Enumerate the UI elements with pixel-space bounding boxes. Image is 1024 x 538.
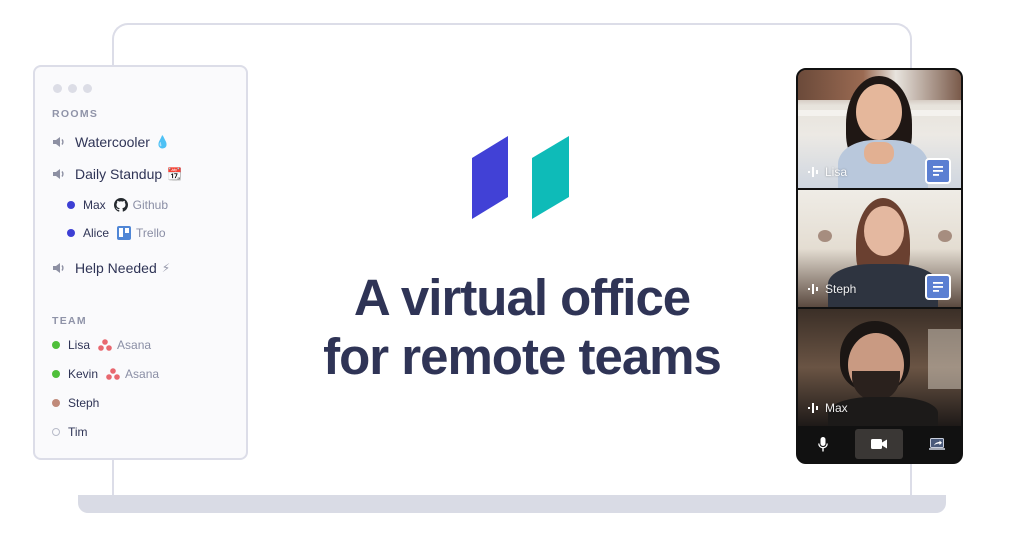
github-icon — [113, 198, 128, 212]
calendar-icon: 📆 — [167, 167, 183, 181]
video-camera-icon — [870, 439, 887, 449]
team-member-steph[interactable]: Steph — [52, 396, 99, 410]
window-dot[interactable] — [53, 84, 62, 93]
screen-share-button[interactable] — [929, 438, 945, 450]
person-face — [856, 84, 902, 140]
headline-line-1: A virtual office — [353, 269, 691, 326]
speaker-icon — [53, 169, 64, 179]
document-button[interactable] — [925, 274, 951, 300]
member-name: Tim — [68, 425, 88, 439]
lightning-icon: ⚡ — [161, 261, 171, 275]
member-app-name: Asana — [117, 338, 152, 352]
document-icon — [933, 282, 943, 292]
status-dot — [67, 229, 75, 237]
microphone-icon — [818, 436, 828, 451]
participant-name-tag: Steph — [808, 282, 856, 296]
screen-share-icon — [929, 438, 945, 450]
logo-right-bar — [532, 136, 569, 219]
trello-icon — [117, 226, 132, 240]
call-controls-bar — [798, 426, 961, 462]
laptop-base — [78, 495, 946, 513]
video-call-panel: Lisa Steph Max — [796, 68, 963, 464]
asana-icon — [98, 339, 112, 351]
window-dot[interactable] — [83, 84, 92, 93]
document-button[interactable] — [925, 158, 951, 184]
video-tile-steph[interactable]: Steph — [798, 190, 961, 307]
video-camera-button[interactable] — [854, 429, 903, 459]
hero-headline: A virtual office for remote teams — [262, 268, 782, 386]
headline-line-2: for remote teams — [323, 328, 722, 385]
room-name: Help Needed — [75, 260, 157, 276]
rooms-sidebar: ROOMS Watercooler 💧 Daily Standup 📆 Max … — [33, 65, 248, 460]
room-name: Daily Standup — [75, 166, 163, 182]
window-dot[interactable] — [68, 84, 77, 93]
status-dot — [52, 399, 60, 407]
room-member-alice[interactable]: Alice Trello — [67, 226, 166, 240]
room-help-needed[interactable]: Help Needed ⚡ — [52, 260, 170, 276]
brand-logo — [472, 136, 569, 219]
member-app-name: Asana — [125, 367, 160, 381]
water-drop-icon: 💧 — [154, 135, 170, 149]
asana-icon — [106, 368, 120, 380]
person-hands — [864, 142, 894, 164]
member-app-name: Github — [132, 198, 169, 212]
participant-name: Max — [825, 401, 848, 415]
member-name: Alice — [83, 226, 110, 240]
video-tile-lisa[interactable]: Lisa — [798, 70, 961, 188]
participant-name: Steph — [825, 282, 857, 296]
participant-name: Lisa — [825, 165, 848, 179]
status-dot — [52, 428, 60, 436]
participant-name-tag: Max — [808, 401, 848, 415]
team-member-lisa[interactable]: Lisa Asana — [52, 338, 151, 352]
window-controls — [53, 84, 92, 93]
speaker-icon — [53, 263, 64, 273]
member-name: Lisa — [68, 338, 91, 352]
status-dot — [52, 370, 60, 378]
logo-left-bar — [472, 136, 508, 219]
room-name: Watercooler — [75, 134, 150, 150]
member-name: Steph — [68, 396, 100, 410]
wall-decoration — [818, 230, 832, 242]
team-member-tim[interactable]: Tim — [52, 425, 88, 439]
participant-name-tag: Lisa — [808, 165, 847, 179]
window-background — [928, 329, 961, 389]
microphone-button[interactable] — [818, 436, 828, 452]
audio-level-icon — [808, 284, 818, 294]
room-daily-standup[interactable]: Daily Standup 📆 — [52, 166, 182, 182]
room-watercooler[interactable]: Watercooler 💧 — [52, 134, 170, 150]
status-dot — [52, 341, 60, 349]
audio-level-icon — [808, 167, 818, 177]
wall-decoration — [938, 230, 952, 242]
member-name: Kevin — [68, 367, 99, 381]
status-dot — [67, 201, 75, 209]
speaker-icon — [53, 137, 64, 147]
team-member-kevin[interactable]: Kevin Asana — [52, 367, 159, 381]
audio-level-icon — [808, 403, 818, 413]
person-face — [864, 206, 904, 256]
member-name: Max — [83, 198, 106, 212]
team-section-label: TEAM — [52, 315, 87, 327]
video-tile-max[interactable]: Max — [798, 309, 961, 426]
document-icon — [933, 166, 943, 176]
rooms-section-label: ROOMS — [52, 108, 99, 120]
room-member-max[interactable]: Max Github — [67, 198, 168, 212]
member-app-name: Trello — [136, 226, 166, 240]
